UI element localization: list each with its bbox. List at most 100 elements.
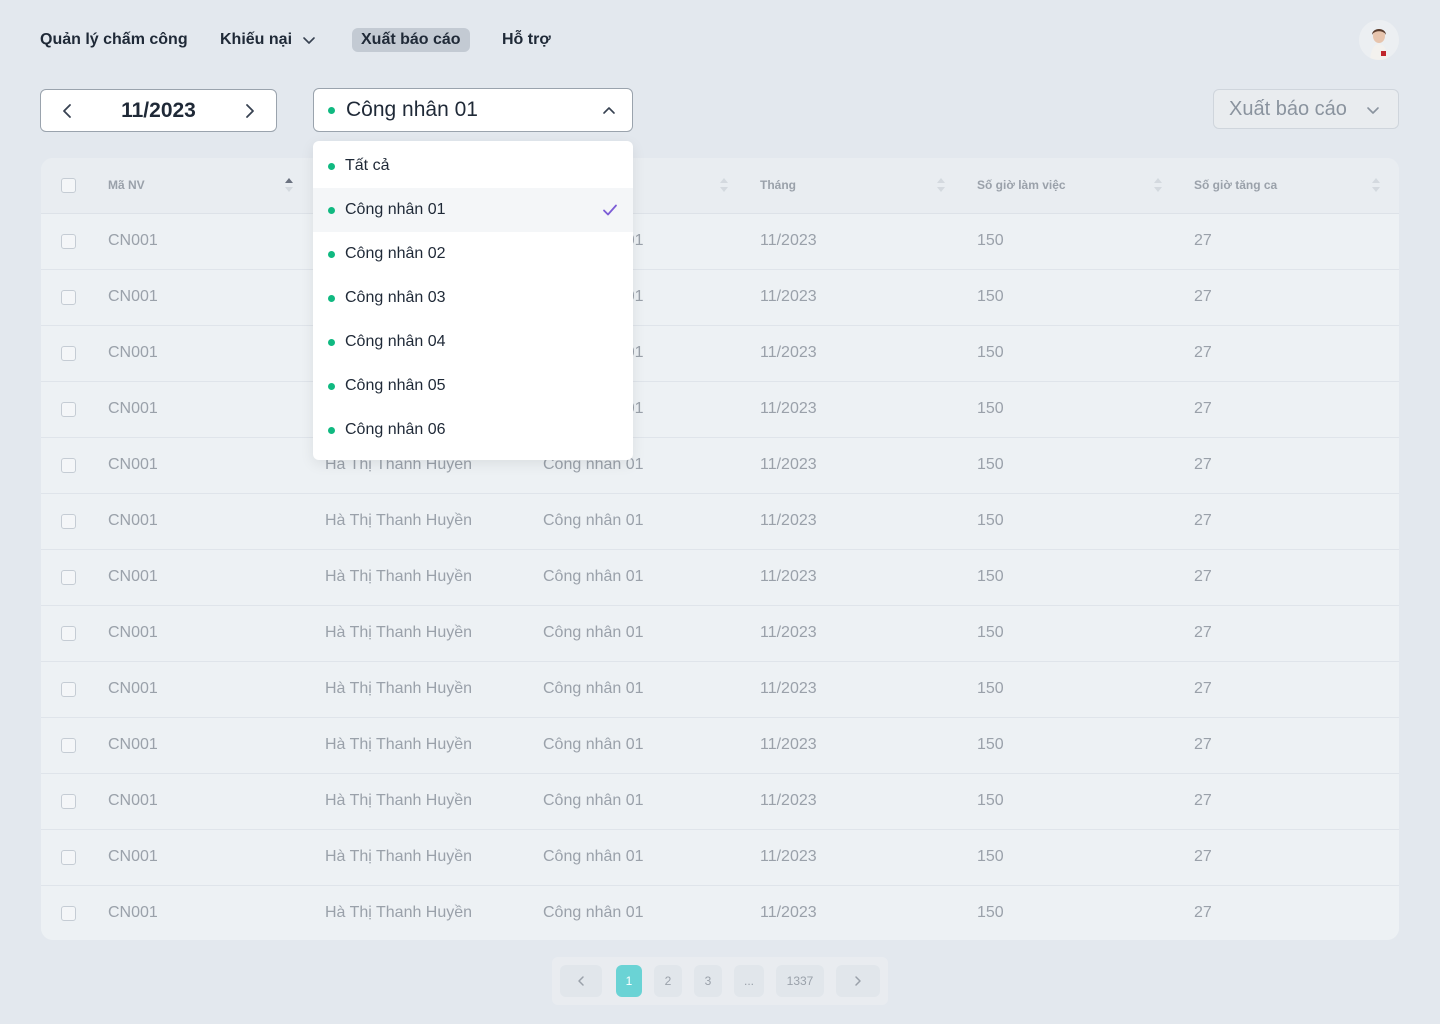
status-dot: [328, 382, 335, 390]
table-row[interactable]: CN001Công nhân 0111/202315027: [41, 214, 1399, 270]
table-header: Mã NV Tháng Số giờ làm việc Số giờ tăng …: [41, 158, 1399, 214]
chevron-right-icon[interactable]: [240, 102, 258, 120]
cell-employee-id: CN001: [108, 680, 158, 697]
dropdown-option-worker-04[interactable]: Công nhân 04: [313, 320, 633, 364]
sort-icon[interactable]: [1153, 175, 1163, 195]
cell-working-hours: 150: [977, 736, 1004, 753]
table-row[interactable]: CN001 Hà Thị Thanh Huyền Công nhân 01 11/20…: [41, 886, 1399, 940]
chevron-right-icon: [855, 976, 861, 986]
row-checkbox[interactable]: [61, 682, 76, 697]
row-checkbox[interactable]: [61, 738, 76, 753]
row-checkbox[interactable]: [61, 346, 76, 361]
status-dot: [328, 206, 335, 214]
chevron-left-icon: [578, 976, 584, 986]
cell-full-name: Hà Thị Thanh Huyền: [325, 680, 473, 697]
row-checkbox[interactable]: [61, 458, 76, 473]
nav-item-export-report[interactable]: Xuất báo cáo: [352, 28, 470, 52]
cell-position: Công nhân 01: [543, 512, 644, 529]
cell-overtime-hours: 27: [1194, 624, 1212, 641]
cell-position: Công nhân 01: [543, 680, 644, 697]
chevron-down-icon: [1367, 107, 1379, 114]
nav-item-complaints[interactable]: Khiếu nại: [220, 31, 316, 49]
avatar[interactable]: [1359, 20, 1399, 60]
nav-item-label: Khiếu nại: [220, 31, 293, 48]
cell-full-name: Hà Thị Thanh Huyền: [325, 512, 473, 529]
page-button-3[interactable]: 3: [694, 965, 722, 997]
table-row[interactable]: CN001Công nhân 0111/202315027: [41, 270, 1399, 326]
nav-item-attendance[interactable]: Quản lý chấm công: [40, 31, 188, 49]
table-row[interactable]: CN001 Hà Thị Thanh Huyền Công nhân 01 11/20…: [41, 662, 1399, 718]
dropdown-option-worker-01[interactable]: Công nhân 01: [313, 188, 633, 232]
cell-position: Công nhân 01: [543, 736, 644, 753]
cell-month: 11/2023: [760, 904, 817, 921]
table-row[interactable]: CN001 Hà Thị Thanh Huyền Công nhân 01 11/20…: [41, 494, 1399, 550]
nav-item-support[interactable]: Hỗ trợ: [502, 31, 551, 49]
prev-page-button[interactable]: [560, 965, 602, 997]
row-checkbox[interactable]: [61, 570, 76, 585]
cell-working-hours: 150: [977, 904, 1004, 921]
cell-position: Công nhân 01: [543, 904, 644, 921]
cell-position: Công nhân 01: [543, 624, 644, 641]
header-overtime-hours[interactable]: Số giờ tăng ca: [1194, 178, 1277, 192]
page-button-last[interactable]: 1337: [776, 965, 824, 997]
status-dot: [328, 338, 335, 346]
month-value: 11/2023: [121, 98, 196, 122]
worker-select[interactable]: Công nhân 01: [313, 88, 633, 132]
attendance-table: Mã NV Tháng Số giờ làm việc Số giờ tăng …: [41, 158, 1399, 940]
table-row[interactable]: CN001 Hà Thị Thanh Huyền Công nhân 01 11/20…: [41, 438, 1399, 494]
chevron-left-icon[interactable]: [59, 102, 77, 120]
table-row[interactable]: CN001 Hà Thị Thanh Huyền Công nhân 01 11/20…: [41, 550, 1399, 606]
month-picker: 11/2023: [40, 89, 277, 132]
header-employee-id[interactable]: Mã NV: [108, 178, 145, 192]
header-working-hours[interactable]: Số giờ làm việc: [977, 178, 1066, 192]
row-checkbox[interactable]: [61, 794, 76, 809]
dropdown-option-worker-03[interactable]: Công nhân 03: [313, 276, 633, 320]
cell-employee-id: CN001: [108, 792, 158, 809]
dropdown-option-all[interactable]: Tất cả: [313, 144, 633, 188]
cell-working-hours: 150: [977, 624, 1004, 641]
dropdown-option-worker-06[interactable]: Công nhân 06: [313, 408, 633, 452]
cell-full-name: Hà Thị Thanh Huyền: [325, 624, 473, 641]
row-checkbox[interactable]: [61, 290, 76, 305]
option-label: Công nhân 03: [345, 289, 446, 306]
cell-full-name: Hà Thị Thanh Huyền: [325, 568, 473, 585]
cell-working-hours: 150: [977, 232, 1004, 249]
sort-icon[interactable]: [719, 175, 729, 195]
table-row[interactable]: CN001Công nhân 0111/202315027: [41, 382, 1399, 438]
cell-month: 11/2023: [760, 232, 817, 249]
sort-ascending-icon[interactable]: [284, 175, 294, 195]
page-button-1[interactable]: 1: [616, 965, 642, 997]
status-dot: [328, 106, 335, 114]
header-month[interactable]: Tháng: [760, 178, 796, 192]
row-checkbox[interactable]: [61, 906, 76, 921]
dropdown-option-worker-05[interactable]: Công nhân 05: [313, 364, 633, 408]
table-row[interactable]: CN001 Hà Thị Thanh Huyền Công nhân 01 11/20…: [41, 830, 1399, 886]
cell-month: 11/2023: [760, 512, 817, 529]
row-checkbox[interactable]: [61, 402, 76, 417]
row-checkbox[interactable]: [61, 626, 76, 641]
select-all-checkbox[interactable]: [61, 178, 76, 193]
table-row[interactable]: CN001 Hà Thị Thanh Huyền Công nhân 01 11/20…: [41, 606, 1399, 662]
cell-working-hours: 150: [977, 568, 1004, 585]
nav-item-label: Xuất báo cáo: [361, 31, 461, 48]
check-icon: [603, 204, 617, 216]
sort-icon[interactable]: [936, 175, 946, 195]
cell-working-hours: 150: [977, 512, 1004, 529]
export-report-button[interactable]: Xuất báo cáo: [1213, 89, 1399, 129]
next-page-button[interactable]: [836, 965, 880, 997]
row-checkbox[interactable]: [61, 514, 76, 529]
page-button-2[interactable]: 2: [654, 965, 682, 997]
cell-overtime-hours: 27: [1194, 456, 1212, 473]
table-row[interactable]: CN001 Hà Thị Thanh Huyền Công nhân 01 11/20…: [41, 718, 1399, 774]
cell-overtime-hours: 27: [1194, 512, 1212, 529]
sort-icon[interactable]: [1371, 175, 1381, 195]
option-label: Công nhân 01: [345, 201, 446, 218]
row-checkbox[interactable]: [61, 234, 76, 249]
cell-month: 11/2023: [760, 624, 817, 641]
cell-employee-id: CN001: [108, 624, 158, 641]
table-row[interactable]: CN001Công nhân 0111/202315027: [41, 326, 1399, 382]
row-checkbox[interactable]: [61, 850, 76, 865]
table-row[interactable]: CN001 Hà Thị Thanh Huyền Công nhân 01 11/20…: [41, 774, 1399, 830]
dropdown-option-worker-02[interactable]: Công nhân 02: [313, 232, 633, 276]
nav-item-label: Quản lý chấm công: [40, 31, 188, 48]
